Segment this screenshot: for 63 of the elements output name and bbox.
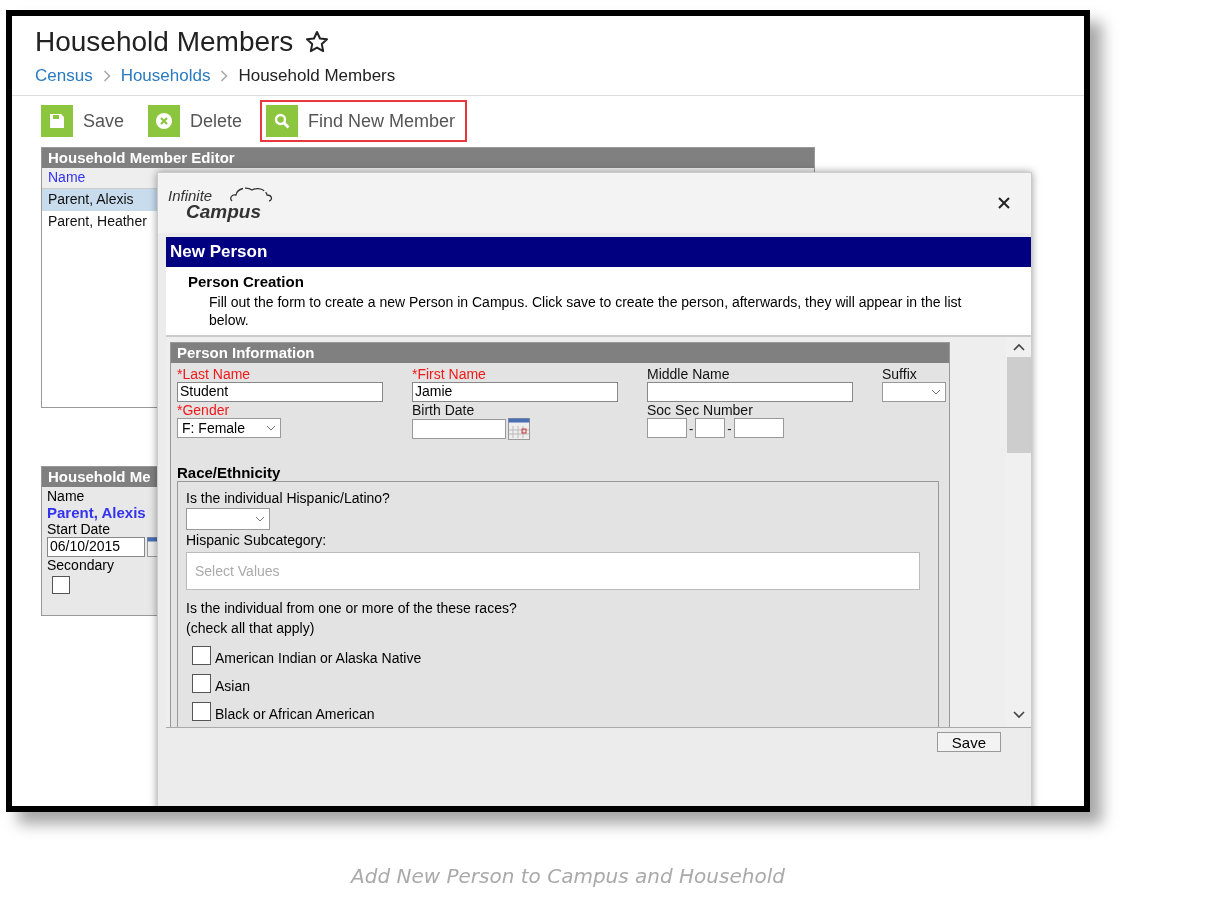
star-icon[interactable] — [305, 30, 330, 54]
breadcrumb-link[interactable]: Households — [120, 66, 211, 86]
field-label: Hispanic Subcategory: — [186, 531, 327, 550]
text-field[interactable]: Student — [177, 382, 383, 402]
field-label: Secondary — [47, 557, 114, 573]
caret-icon — [931, 389, 941, 395]
chevron-up-icon[interactable] — [1012, 343, 1025, 351]
checkbox[interactable] — [192, 673, 211, 693]
description: Fill out the form to create a new Person in Campus. Click save to create the person, afterwards, they will appear in the list below. — [208, 293, 963, 329]
chevron-icon — [220, 70, 229, 82]
field-label: *Last Name — [177, 366, 251, 382]
dropdown[interactable]: F: Female — [177, 418, 281, 438]
panel-header: Person Information — [171, 343, 949, 363]
ssn-field[interactable] — [695, 418, 726, 438]
field-label: *Gender — [177, 402, 230, 418]
panel-header: Household Member Editor — [42, 148, 814, 168]
field-label: Name — [47, 488, 85, 504]
page-title: Household Members — [35, 26, 294, 58]
ssn-field[interactable] — [647, 418, 687, 438]
field-label: Middle Name — [647, 366, 730, 382]
checkbox[interactable] — [192, 701, 211, 721]
checkbox[interactable] — [52, 576, 70, 594]
date-field[interactable] — [412, 419, 506, 439]
question: Is the individual from one or more of the these races? — [186, 599, 517, 618]
section-title: Person Creation — [188, 273, 305, 290]
caret-icon — [255, 516, 265, 522]
caption: Add New Person to Campus and Household — [349, 864, 786, 888]
field-label: Start Date — [47, 521, 111, 537]
field-label: Soc Sec Number — [647, 402, 753, 418]
ssn-field[interactable] — [733, 418, 784, 438]
save-button[interactable]: Save — [35, 100, 137, 142]
question: Is the individual Hispanic/Latino? — [186, 489, 390, 508]
separator: - — [689, 420, 694, 436]
chevron-icon — [102, 70, 111, 82]
breadcrumb-link[interactable]: Census — [35, 66, 93, 86]
member-name: Parent, Alexis — [47, 504, 146, 521]
calendar-icon[interactable] — [508, 418, 530, 440]
checkbox-label: Asian — [215, 678, 251, 694]
close-icon[interactable] — [997, 196, 1011, 210]
checkbox-label: American Indian or Alaska Native — [215, 650, 422, 666]
scrollbar-thumb[interactable] — [1006, 357, 1031, 453]
date-field[interactable]: 06/10/2015 — [47, 537, 145, 557]
checkbox[interactable] — [192, 645, 211, 665]
chevron-down-icon[interactable] — [1012, 711, 1025, 719]
separator: - — [727, 420, 732, 436]
field-label: Suffix — [882, 366, 917, 382]
text-field[interactable]: Jamie — [412, 382, 618, 402]
breadcrumb-current: Household Members — [238, 66, 396, 86]
dialog-title-bar: New Person — [166, 237, 1031, 267]
dropdown[interactable] — [186, 508, 270, 530]
save-button[interactable]: Save — [936, 732, 1001, 752]
delete-button[interactable]: Delete — [142, 100, 255, 142]
find-button[interactable]: Find New Member — [260, 100, 468, 142]
delete-icon — [155, 112, 174, 130]
caret-icon — [266, 425, 276, 431]
dropdown[interactable] — [882, 382, 946, 402]
field-label: Birth Date — [412, 402, 475, 418]
hint: (check all that apply) — [186, 619, 315, 638]
field-label: *First Name — [412, 366, 486, 382]
search-icon — [274, 113, 291, 129]
logo: Infinite Campus — [168, 183, 278, 223]
text-field[interactable] — [647, 382, 853, 402]
checkbox-label: Black or African American — [215, 706, 375, 722]
